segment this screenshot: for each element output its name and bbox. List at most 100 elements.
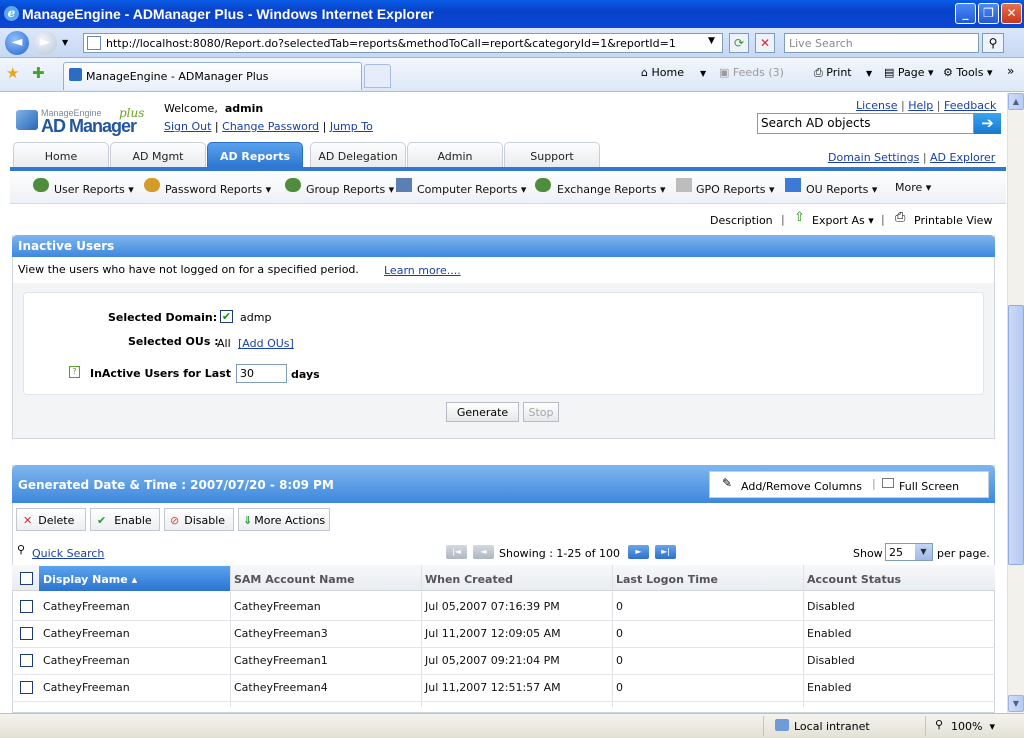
next-page-icon[interactable]: ► <box>628 545 649 559</box>
scroll-thumb[interactable] <box>1008 305 1024 565</box>
col-sam-account-name[interactable]: SAM Account Name <box>234 573 355 586</box>
home-button[interactable]: ⌂ Home <box>641 66 684 79</box>
live-search-input[interactable]: Live Search <box>784 33 979 53</box>
feeds-button[interactable]: ▣ Feeds (3) <box>719 66 784 79</box>
row-checkbox[interactable] <box>20 654 33 667</box>
help-icon[interactable]: ? <box>69 366 80 378</box>
license-link[interactable]: License <box>856 99 897 112</box>
generate-button[interactable]: Generate <box>446 402 519 422</box>
first-page-icon[interactable]: |◄ <box>446 545 467 559</box>
address-dropdown-icon[interactable]: ▼ <box>708 36 715 46</box>
history-dropdown-icon[interactable]: ▼ <box>62 38 68 47</box>
feeds-icon: ▣ <box>719 66 733 79</box>
address-bar[interactable]: http://localhost:8080/Report.do?selected… <box>83 33 723 53</box>
search-icon[interactable]: ⚲ <box>982 33 1004 53</box>
menu-exchange-reports[interactable]: Exchange Reports ▾ <box>557 183 665 196</box>
cell-last-logon: 0 <box>616 627 623 640</box>
jump-to-link[interactable]: Jump To <box>330 120 373 133</box>
printable-view-link[interactable]: Printable View <box>914 214 992 227</box>
quick-search-link[interactable]: Quick Search <box>32 547 104 560</box>
col-when-created[interactable]: When Created <box>425 573 513 586</box>
domain-settings-link[interactable]: Domain Settings <box>828 151 919 164</box>
tab-ad-delegation[interactable]: AD Delegation <box>310 142 406 168</box>
disable-button[interactable]: ⊘ Disable <box>164 508 234 531</box>
tab-support[interactable]: Support <box>504 142 600 168</box>
last-page-icon[interactable]: ►| <box>655 545 676 559</box>
tab-ad-mgmt[interactable]: AD Mgmt <box>110 142 206 168</box>
delete-button[interactable]: ✕ Delete <box>16 508 86 531</box>
favorites-star-icon[interactable]: ★ <box>6 64 19 82</box>
restore-button[interactable]: ❐ <box>978 3 999 24</box>
page-size-dropdown-icon[interactable]: ▼ <box>915 544 932 560</box>
domain-checkbox[interactable]: ✔ <box>220 310 233 323</box>
close-button[interactable]: ✕ <box>1001 3 1022 24</box>
cell-when-created: Jul 11,2007 12:51:57 AM <box>425 681 561 694</box>
print-dropdown-icon[interactable]: ▼ <box>866 69 872 78</box>
feedback-link[interactable]: Feedback <box>944 99 996 112</box>
home-dropdown-icon[interactable]: ▼ <box>700 69 706 78</box>
back-button[interactable]: ◄ <box>5 31 29 55</box>
tab-home[interactable]: Home <box>13 142 109 168</box>
menu-ou-reports[interactable]: OU Reports ▾ <box>806 183 877 196</box>
browser-tab[interactable]: ManageEngine - ADManager Plus <box>63 62 362 90</box>
more-actions-button[interactable]: ⇓ More Actions <box>238 508 330 531</box>
learn-more-link[interactable]: Learn more.... <box>384 264 461 277</box>
per-page-label: per page. <box>937 547 990 560</box>
domain-links: Domain Settings | AD Explorer <box>828 151 996 164</box>
page-menu-icon: ▤ <box>884 66 898 79</box>
menu-password-reports[interactable]: Password Reports ▾ <box>165 183 271 196</box>
menu-group-reports[interactable]: Group Reports ▾ <box>306 183 394 196</box>
row-checkbox[interactable] <box>20 627 33 640</box>
menu-computer-reports[interactable]: Computer Reports ▾ <box>417 183 526 196</box>
scroll-up-icon[interactable]: ▲ <box>1008 93 1024 110</box>
stop-button[interactable]: Stop <box>523 402 559 422</box>
zoom-level[interactable]: 100% ▾ <box>951 720 995 733</box>
minimize-button[interactable]: _ <box>955 3 976 24</box>
search-go-arrow-icon[interactable]: ➔ <box>974 113 1001 134</box>
row-checkbox[interactable] <box>20 600 33 613</box>
prev-page-icon[interactable]: ◄ <box>473 545 494 559</box>
print-button[interactable]: ⎙ Print <box>814 66 852 80</box>
cell-last-logon: 0 <box>616 600 623 613</box>
change-password-link[interactable]: Change Password <box>222 120 319 133</box>
tab-ad-reports[interactable]: AD Reports <box>207 142 303 168</box>
export-as-menu[interactable]: Export As ▾ <box>812 214 874 227</box>
col-account-status[interactable]: Account Status <box>807 573 901 586</box>
tab-admin[interactable]: Admin <box>407 142 503 168</box>
scroll-down-icon[interactable]: ▼ <box>1008 695 1024 712</box>
stop-icon[interactable]: ✕ <box>755 33 775 53</box>
cell-when-created: Jul 11,2007 12:09:05 AM <box>425 627 561 640</box>
menu-gpo-reports[interactable]: GPO Reports ▾ <box>696 183 775 196</box>
select-all-checkbox[interactable] <box>20 572 33 585</box>
group-reports-icon <box>285 178 301 192</box>
add-ous-link[interactable]: [Add OUs] <box>238 337 294 350</box>
menu-user-reports[interactable]: User Reports ▾ <box>54 183 134 196</box>
vertical-scrollbar[interactable]: ▲ ▼ <box>1007 93 1024 713</box>
description-link[interactable]: Description <box>710 214 773 227</box>
cell-account-status: Disabled <box>807 654 855 667</box>
cell-last-logon: 0 <box>616 681 623 694</box>
add-favorites-icon[interactable]: ✚ <box>32 64 45 82</box>
new-tab-button[interactable] <box>364 64 391 88</box>
more-actions-arrow-icon: ⇓ <box>243 514 253 527</box>
refresh-icon[interactable]: ⟳ <box>729 33 749 53</box>
chevron-right-icon[interactable]: » <box>1007 64 1014 78</box>
full-screen-button[interactable]: Full Screen <box>899 480 959 493</box>
col-last-logon-time[interactable]: Last Logon Time <box>616 573 718 586</box>
forward-button[interactable]: ► <box>33 31 57 55</box>
tools-menu[interactable]: ⚙ Tools ▾ <box>943 66 993 79</box>
ad-explorer-link[interactable]: AD Explorer <box>930 151 995 164</box>
sign-out-link[interactable]: Sign Out <box>164 120 211 133</box>
enable-button[interactable]: ✔ Enable <box>90 508 160 531</box>
inactive-days-input[interactable]: 30 <box>236 364 287 383</box>
help-link[interactable]: Help <box>908 99 933 112</box>
cell-display-name: CatheyFreeman <box>43 600 130 613</box>
col-display-name[interactable]: Display Name ▴ <box>43 573 137 586</box>
menu-more[interactable]: More ▾ <box>895 181 931 194</box>
user-links: Sign Out | Change Password | Jump To <box>164 120 373 133</box>
status-bar: Local intranet ⚲ 100% ▾ <box>0 713 1024 738</box>
page-menu[interactable]: ▤ Page ▾ <box>884 66 934 79</box>
add-remove-columns-button[interactable]: Add/Remove Columns <box>741 480 862 493</box>
row-checkbox[interactable] <box>20 681 33 694</box>
search-ad-objects-input[interactable]: Search AD objects <box>757 113 974 134</box>
